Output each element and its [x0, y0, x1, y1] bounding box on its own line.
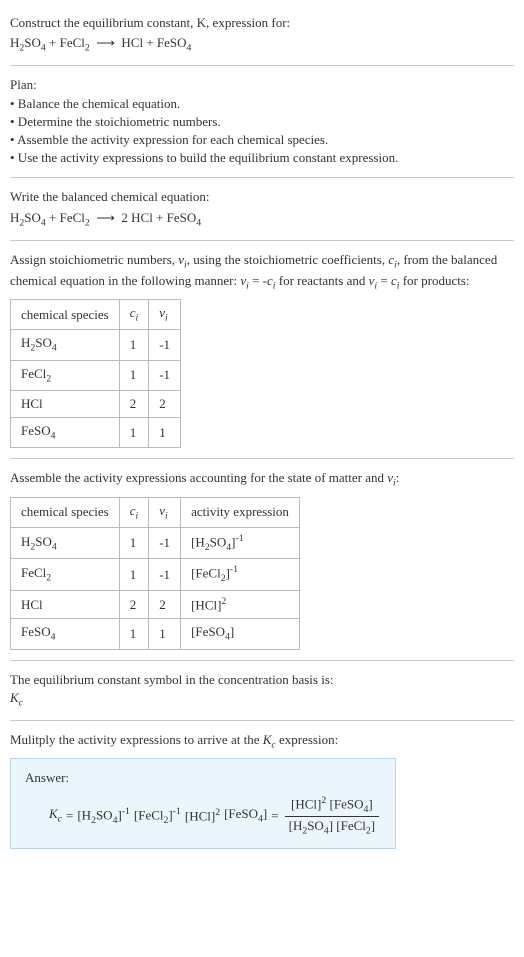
col-species: chemical species [11, 497, 120, 527]
table-row: FeSO4 1 1 [FeSO4] [11, 619, 300, 649]
kc-expression: Kc = [H2SO4]-1 [FeCl2]-1 [HCl]2 [FeSO4] … [25, 794, 381, 839]
species-cell: H2SO4 [11, 527, 120, 559]
vi-cell: 2 [149, 390, 181, 417]
species-cell: FeCl2 [11, 559, 120, 591]
divider [10, 177, 514, 178]
ci-cell: 2 [119, 590, 149, 619]
ci-cell: 1 [119, 330, 149, 360]
balanced-label: Write the balanced chemical equation: [10, 188, 514, 206]
divider [10, 660, 514, 661]
species-cell: FeSO4 [11, 619, 120, 649]
header-equation: H2SO4 + FeCl2 ⟶ HCl + FeSO4 [10, 34, 514, 55]
assign-text: Assign stoichiometric numbers, νi, using… [10, 251, 514, 293]
ci-cell: 1 [119, 559, 149, 591]
balanced-block: Write the balanced chemical equation: H2… [10, 182, 514, 235]
vi-cell: -1 [149, 360, 181, 390]
activity-cell: [FeSO4] [181, 619, 300, 649]
divider [10, 65, 514, 66]
kc-fraction: [HCl]2 [FeSO4] [H2SO4] [FeCl2] [285, 794, 380, 839]
col-species: chemical species [11, 300, 120, 330]
col-activity: activity expression [181, 497, 300, 527]
ci-cell: 1 [119, 619, 149, 649]
table-row: HCl 2 2 [HCl]2 [11, 590, 300, 619]
vi-cell: -1 [149, 527, 181, 559]
vi-cell: -1 [149, 559, 181, 591]
answer-box: Answer: Kc = [H2SO4]-1 [FeCl2]-1 [HCl]2 … [10, 758, 396, 849]
ci-cell: 2 [119, 390, 149, 417]
vi-cell: 1 [149, 619, 181, 649]
activity-table: chemical species ci νi activity expressi… [10, 497, 300, 650]
species-cell: HCl [11, 390, 120, 417]
table-row: FeCl2 1 -1 [FeCl2]-1 [11, 559, 300, 591]
plan-title: Plan: [10, 76, 514, 94]
plan-block: Plan: • Balance the chemical equation. •… [10, 70, 514, 173]
vi-cell: 2 [149, 590, 181, 619]
vi-cell: 1 [149, 418, 181, 448]
plan-bullet: • Use the activity expressions to build … [10, 149, 514, 167]
table-header-row: chemical species ci νi activity expressi… [11, 497, 300, 527]
vi-cell: -1 [149, 330, 181, 360]
plan-bullet: • Determine the stoichiometric numbers. [10, 113, 514, 131]
balanced-equation: H2SO4 + FeCl2 ⟶ 2 HCl + FeSO4 [10, 209, 514, 230]
plan-bullet: • Balance the chemical equation. [10, 95, 514, 113]
multiply-block: Mulitply the activity expressions to arr… [10, 725, 514, 855]
activity-cell: [H2SO4]-1 [181, 527, 300, 559]
divider [10, 240, 514, 241]
assign-block: Assign stoichiometric numbers, νi, using… [10, 245, 514, 455]
table-header-row: chemical species ci νi [11, 300, 181, 330]
species-cell: H2SO4 [11, 330, 120, 360]
stoich-table: chemical species ci νi H2SO4 1 -1 FeCl2 … [10, 299, 181, 448]
species-cell: HCl [11, 590, 120, 619]
species-cell: FeCl2 [11, 360, 120, 390]
table-row: HCl 2 2 [11, 390, 181, 417]
col-vi: νi [149, 497, 181, 527]
divider [10, 458, 514, 459]
kc-symbol: Kc [10, 689, 514, 710]
col-ci: ci [119, 497, 149, 527]
activity-cell: [HCl]2 [181, 590, 300, 619]
table-row: FeCl2 1 -1 [11, 360, 181, 390]
activity-block: Assemble the activity expressions accoun… [10, 463, 514, 655]
header-line1: Construct the equilibrium constant, K, e… [10, 14, 514, 32]
species-cell: FeSO4 [11, 418, 120, 448]
table-row: FeSO4 1 1 [11, 418, 181, 448]
table-row: H2SO4 1 -1 [11, 330, 181, 360]
col-vi: νi [149, 300, 181, 330]
ci-cell: 1 [119, 360, 149, 390]
plan-bullet: • Assemble the activity expression for e… [10, 131, 514, 149]
col-ci: ci [119, 300, 149, 330]
activity-cell: [FeCl2]-1 [181, 559, 300, 591]
multiply-text: Mulitply the activity expressions to arr… [10, 731, 514, 752]
kc-symbol-block: The equilibrium constant symbol in the c… [10, 665, 514, 716]
header-block: Construct the equilibrium constant, K, e… [10, 8, 514, 61]
kc-symbol-label: The equilibrium constant symbol in the c… [10, 671, 514, 689]
answer-label: Answer: [25, 769, 381, 787]
divider [10, 720, 514, 721]
ci-cell: 1 [119, 527, 149, 559]
assemble-text: Assemble the activity expressions accoun… [10, 469, 514, 490]
ci-cell: 1 [119, 418, 149, 448]
table-row: H2SO4 1 -1 [H2SO4]-1 [11, 527, 300, 559]
